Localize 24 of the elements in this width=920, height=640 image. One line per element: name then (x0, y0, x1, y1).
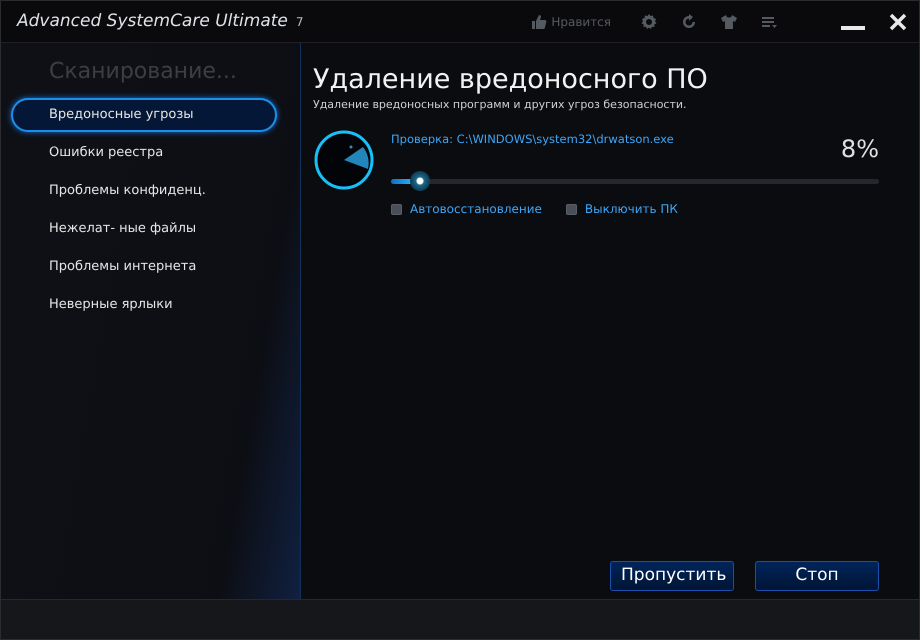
version-label: 7 (296, 14, 304, 30)
scan-path: Проверка: C:\WINDOWS\system32\drwatson.exe (391, 131, 674, 148)
page-subtitle: Удаление вредоносных программ и других угроз безопасности. (313, 96, 688, 113)
sidebar-item[interactable]: Неверные ярлыки (11, 288, 277, 322)
sidebar-item[interactable]: Ошибки реестра (11, 136, 277, 170)
sidebar-item[interactable]: Вредоносные угрозы (11, 98, 277, 132)
checkbox[interactable] (391, 204, 402, 215)
sidebar-item[interactable]: Нежелат- ные файлы (11, 212, 277, 246)
page-title: Удаление вредоносного ПО (313, 65, 709, 95)
sidebar-item[interactable]: Проблемы конфиденц. (11, 174, 277, 208)
refresh-icon[interactable] (681, 14, 697, 30)
thumbs-up-icon (531, 14, 548, 30)
stop-button[interactable]: Стоп (755, 561, 879, 591)
radar-icon (313, 129, 375, 192)
close-icon[interactable] (889, 12, 907, 30)
window-title: Advanced SystemCare Ultimate (17, 10, 288, 33)
skip-button[interactable]: Пропустить (610, 561, 734, 591)
shirt-icon[interactable] (721, 14, 737, 30)
checkbox[interactable] (566, 204, 577, 215)
gear-icon[interactable] (641, 14, 657, 30)
checkbox-label[interactable]: Выключить ПК (584, 200, 678, 218)
progress-percent: 8% (840, 134, 879, 166)
sidebar-item[interactable]: Проблемы интернета (11, 250, 277, 284)
checkbox-label[interactable]: Автовосстановление (410, 200, 542, 218)
